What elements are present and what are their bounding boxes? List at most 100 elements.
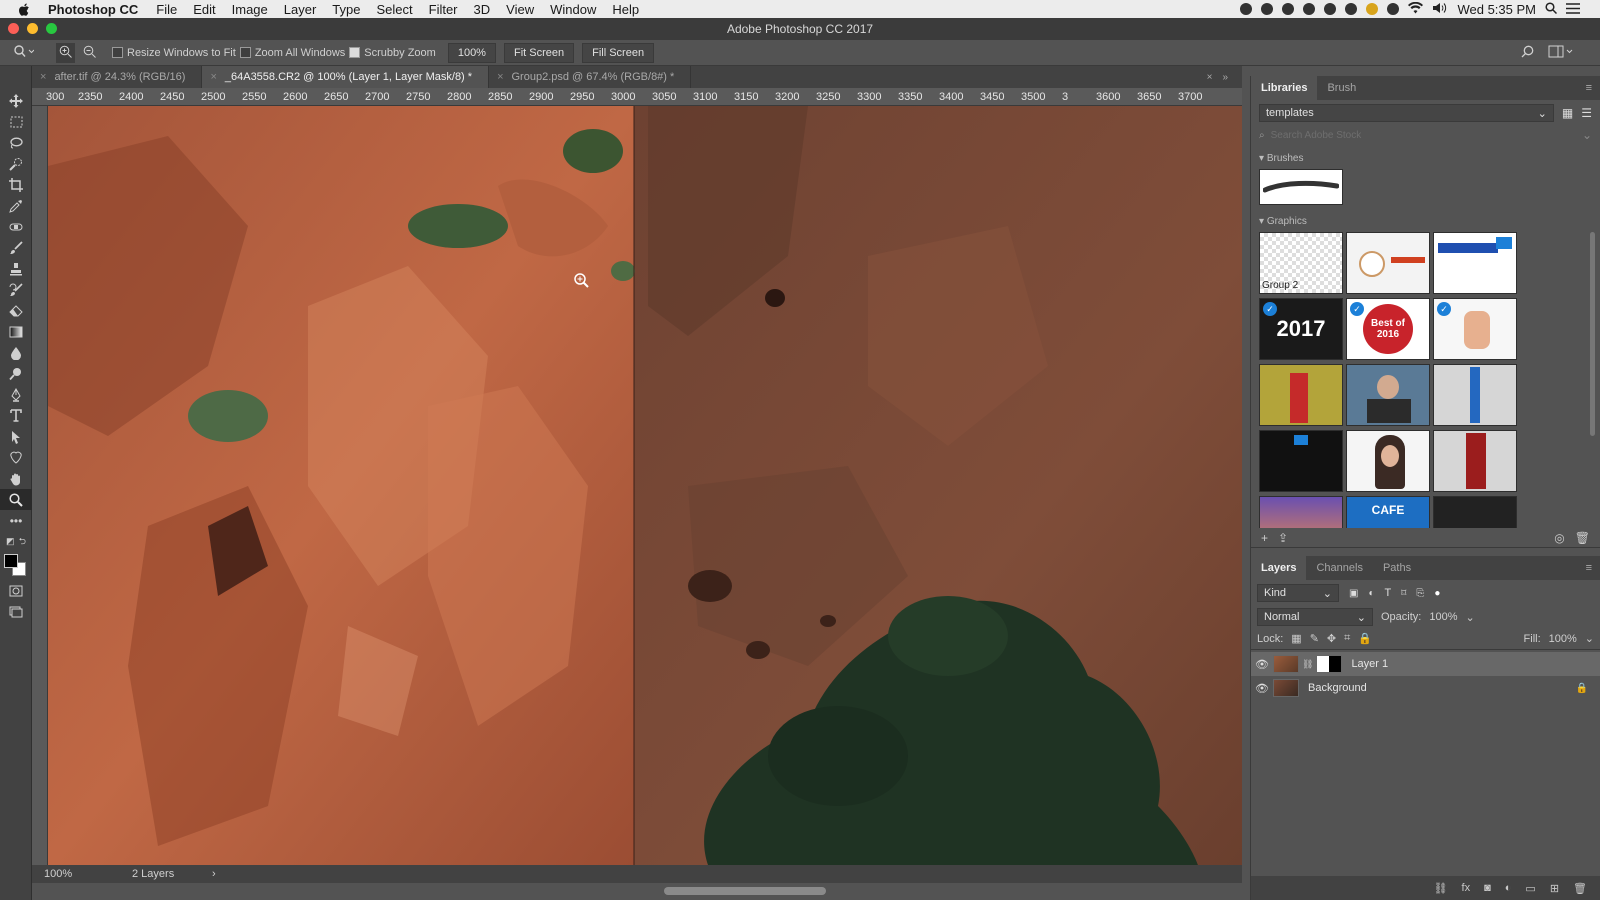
brush-tool-icon[interactable] xyxy=(0,237,32,258)
graphic-thumb-presenter[interactable] xyxy=(1346,364,1430,426)
menu-file[interactable]: File xyxy=(156,2,177,17)
close-tab-icon[interactable]: × xyxy=(210,71,216,83)
alert-icon[interactable] xyxy=(1366,3,1379,15)
zoom-tool-icon[interactable] xyxy=(0,489,32,510)
history-brush-tool-icon[interactable] xyxy=(0,279,32,300)
doc-tab-64a3558[interactable]: × _64A3558.CR2 @ 100% (Layer 1, Layer Ma… xyxy=(202,66,490,88)
edit-toolbar-icon[interactable]: ••• xyxy=(0,510,32,531)
doc-tab-label[interactable]: after.tif @ 24.3% (RGB/16) xyxy=(54,71,185,83)
opacity-input[interactable]: 100% xyxy=(1429,611,1457,623)
spotlight-search-icon[interactable] xyxy=(1545,1,1558,17)
zoom-100-button[interactable]: 100% xyxy=(447,42,496,63)
graphic-thumb-cafecup[interactable] xyxy=(1346,232,1430,294)
vertical-ruler[interactable] xyxy=(32,106,48,865)
trash-icon[interactable]: 🗑 xyxy=(1575,531,1590,545)
close-tab-icon[interactable]: × xyxy=(40,71,46,83)
volume-icon[interactable] xyxy=(1432,2,1448,17)
grid-view-icon[interactable]: ▦ xyxy=(1562,106,1573,120)
list-view-icon[interactable]: ☰ xyxy=(1581,106,1592,120)
default-colors-icon[interactable]: ◩ xyxy=(6,536,15,547)
apple-icon[interactable] xyxy=(16,3,32,16)
opacity-slider-icon[interactable]: ⌄ xyxy=(1466,611,1475,624)
type-tool-icon[interactable] xyxy=(0,405,32,426)
lock-position-icon[interactable]: ✥ xyxy=(1327,632,1336,645)
upload-icon[interactable]: ⇪ xyxy=(1278,531,1288,545)
close-window-button[interactable] xyxy=(8,23,19,34)
dodge-tool-icon[interactable] xyxy=(0,363,32,384)
globe-icon[interactable] xyxy=(1324,3,1337,15)
graphic-thumb-thumbsup[interactable]: ✓ xyxy=(1433,298,1517,360)
zoom-out-icon[interactable] xyxy=(83,45,96,61)
layer-name[interactable]: Background xyxy=(1308,682,1367,694)
path-selection-tool-icon[interactable] xyxy=(0,426,32,447)
display-icon[interactable] xyxy=(1387,3,1400,15)
filter-shape-icon[interactable]: ⌑ xyxy=(1401,588,1406,599)
crop-tool-icon[interactable] xyxy=(0,174,32,195)
filter-smart-object-icon[interactable]: ⎘ xyxy=(1416,588,1424,599)
blend-mode-dropdown[interactable]: Normal ⌄ xyxy=(1257,608,1373,626)
menu-view[interactable]: View xyxy=(506,2,534,17)
custom-shape-tool-icon[interactable] xyxy=(0,447,32,468)
cloud-icon[interactable] xyxy=(1345,3,1358,15)
workspace-switcher-icon[interactable] xyxy=(1548,45,1574,61)
swap-colors-icon[interactable]: ◩ ⮌ xyxy=(0,531,32,552)
cc-sync-icon[interactable]: ◎ xyxy=(1554,531,1564,545)
graphic-thumb-best-of-2016[interactable]: Best of 2016 ✓ xyxy=(1346,298,1430,360)
scrollbar-thumb[interactable] xyxy=(664,887,826,895)
new-layer-icon[interactable]: ⊞ xyxy=(1550,882,1559,895)
library-scrollbar[interactable] xyxy=(1590,232,1595,436)
fill-input[interactable]: 100% xyxy=(1549,633,1577,645)
graphic-thumb-2017[interactable]: 2017 ✓ xyxy=(1259,298,1343,360)
visibility-eye-icon[interactable]: 👁 xyxy=(1251,682,1273,695)
graphic-thumb-sunset[interactable] xyxy=(1259,496,1343,528)
brush-thumbnail[interactable] xyxy=(1259,169,1343,205)
marquee-tool-icon[interactable] xyxy=(0,111,32,132)
lock-artboard-icon[interactable]: ⌗ xyxy=(1344,632,1350,645)
menu-type[interactable]: Type xyxy=(332,2,360,17)
graphic-thumb-banner[interactable] xyxy=(1433,364,1517,426)
graphics-section-header[interactable]: ▾ Graphics xyxy=(1251,213,1600,230)
brushes-section-header[interactable]: ▾ Brushes xyxy=(1251,150,1600,167)
pen-tool-icon[interactable] xyxy=(0,384,32,405)
lock-all-icon[interactable]: 🔒 xyxy=(1358,632,1372,645)
graphic-thumb-portrait[interactable] xyxy=(1346,430,1430,492)
clone-stamp-tool-icon[interactable] xyxy=(0,258,32,279)
doc-tab-group2[interactable]: × Group2.psd @ 67.4% (RGB/8#) * xyxy=(489,66,692,88)
tab-paths[interactable]: Paths xyxy=(1373,556,1421,580)
layer-style-icon[interactable]: fx xyxy=(1462,882,1471,894)
move-tool-icon[interactable] xyxy=(0,90,32,111)
menu-image[interactable]: Image xyxy=(232,2,268,17)
menu-edit[interactable]: Edit xyxy=(193,2,215,17)
arrange-documents-icon[interactable] xyxy=(1090,106,1112,112)
resize-windows-label[interactable]: Resize Windows to Fit xyxy=(127,47,236,59)
blur-tool-icon[interactable] xyxy=(0,342,32,363)
info-icon[interactable] xyxy=(1282,3,1295,15)
graphic-thumb-poster[interactable] xyxy=(1433,430,1517,492)
zoom-all-windows-label[interactable]: Zoom All Windows xyxy=(255,47,345,59)
healing-brush-tool-icon[interactable] xyxy=(0,216,32,237)
lock-transparency-icon[interactable]: ▦ xyxy=(1291,632,1301,645)
color-swatches[interactable] xyxy=(0,552,32,580)
zoom-window-button[interactable] xyxy=(46,23,57,34)
close-tab-group-icon[interactable]: × xyxy=(1207,72,1213,83)
filter-type-icon[interactable]: T xyxy=(1385,587,1392,599)
menu-filter[interactable]: Filter xyxy=(429,2,458,17)
graphic-thumb-photo-cube[interactable] xyxy=(1433,496,1517,528)
graphic-thumb-subscribe[interactable] xyxy=(1259,430,1343,492)
document-info[interactable]: 2 Layers xyxy=(112,868,202,880)
gradient-tool-icon[interactable] xyxy=(0,321,32,342)
menu-3d[interactable]: 3D xyxy=(474,2,491,17)
minimize-window-button[interactable] xyxy=(27,23,38,34)
filter-pixel-icon[interactable]: ▣ xyxy=(1349,588,1358,599)
scrubby-zoom-label[interactable]: Scrubby Zoom xyxy=(364,47,436,59)
scrubby-zoom-checkbox[interactable] xyxy=(349,47,361,58)
layer-row[interactable]: 👁 Background 🔒 xyxy=(1251,676,1600,700)
tab-channels[interactable]: Channels xyxy=(1306,556,1372,580)
zoom-tool-preset-icon[interactable] xyxy=(14,45,35,60)
clock[interactable]: Wed 5:35 PM xyxy=(1457,2,1536,17)
stock-search-input[interactable]: Search Adobe Stock xyxy=(1271,130,1576,141)
foreground-color-swatch[interactable] xyxy=(4,554,18,568)
layer-row[interactable]: 👁 ⛓ Layer 1 xyxy=(1251,652,1600,676)
close-tab-icon[interactable]: × xyxy=(497,71,503,83)
horizontal-scrollbar[interactable] xyxy=(32,883,1242,900)
